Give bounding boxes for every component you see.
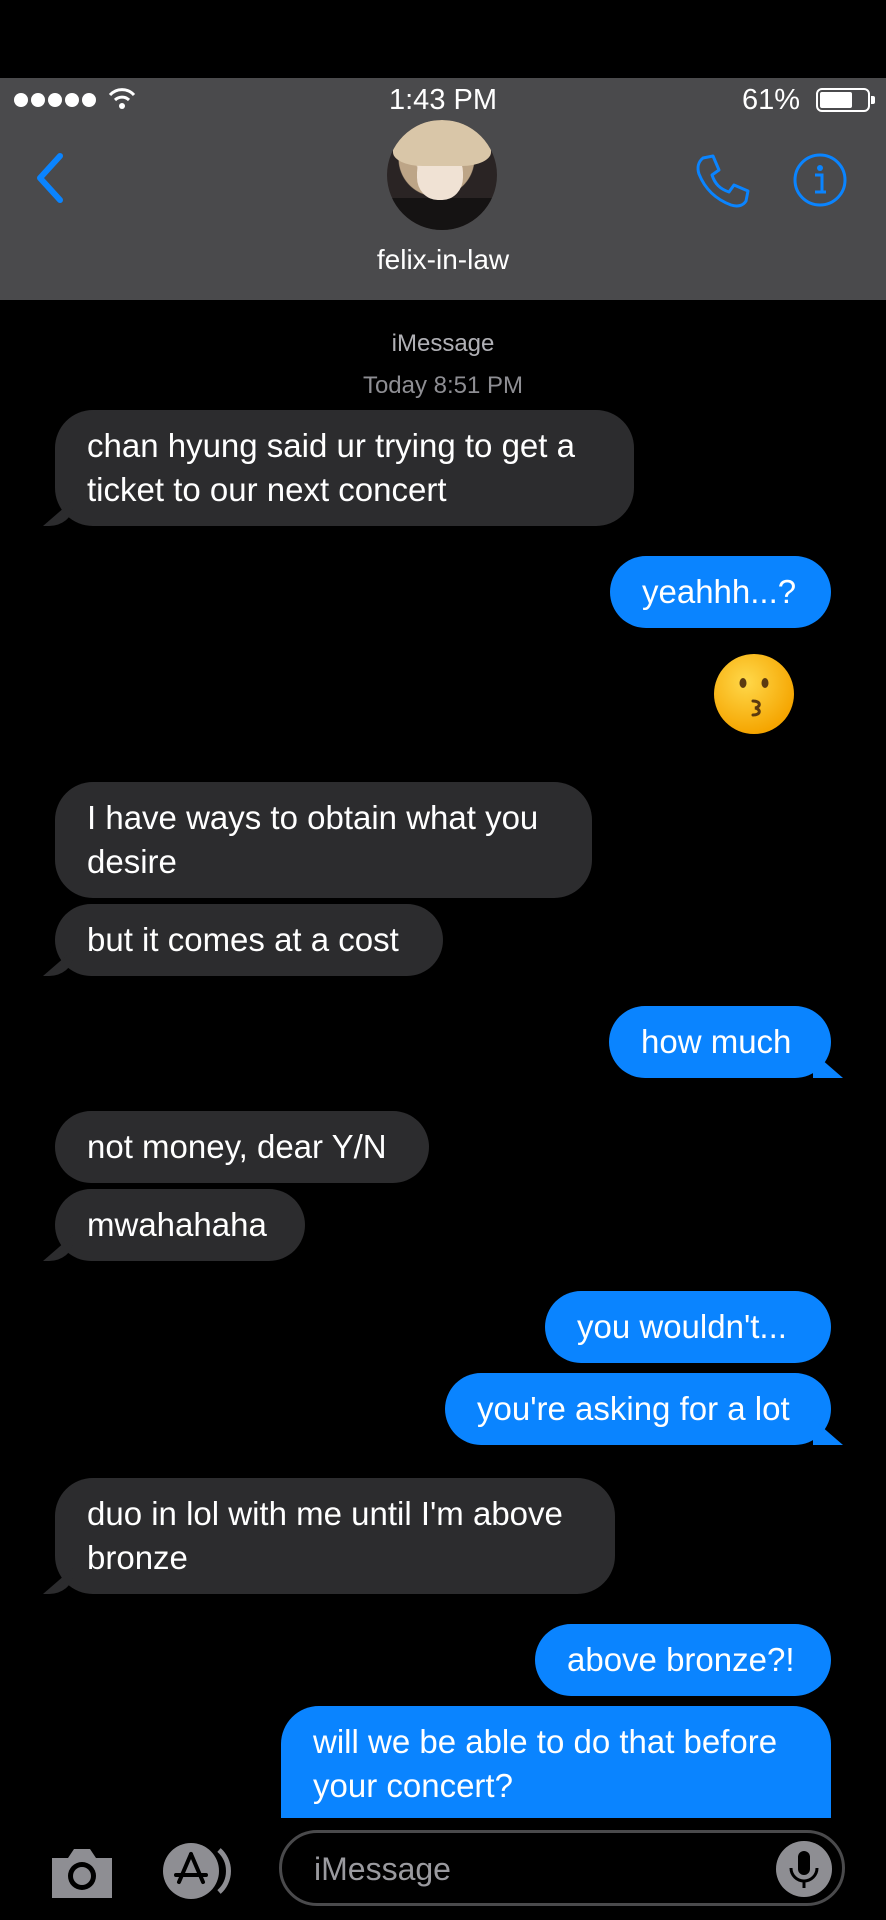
kissing-face-emoji-icon[interactable] — [713, 653, 795, 735]
incoming-message[interactable]: duo in lol with me until I'm above bronz… — [55, 1478, 615, 1594]
message-line: you wouldn't... — [577, 1308, 787, 1345]
message-line: how much — [641, 1023, 792, 1060]
back-chevron-icon[interactable] — [30, 150, 70, 206]
message-input-field[interactable] — [279, 1830, 845, 1906]
conversation-header: 1:43 PM 61% felix-in-law — [0, 78, 886, 300]
info-icon[interactable] — [792, 152, 848, 208]
message-line: above bronze?! — [567, 1641, 795, 1678]
incoming-message[interactable]: chan hyung said ur trying to get a ticke… — [55, 410, 634, 526]
mic-icon — [789, 1851, 819, 1888]
message-line: but it comes at a cost — [87, 921, 399, 958]
contact-name[interactable]: felix-in-law — [0, 244, 886, 276]
outgoing-message[interactable]: above bronze?! — [535, 1624, 831, 1696]
message-line: duo in lol with me until I'm above — [87, 1495, 563, 1532]
incoming-message[interactable]: not money, dear Y/N — [55, 1111, 429, 1183]
incoming-message[interactable]: but it comes at a cost — [55, 904, 443, 976]
message-line: mwahahaha — [87, 1206, 267, 1243]
message-line: desire — [87, 843, 177, 880]
outgoing-message[interactable]: you're asking for a lot — [445, 1373, 831, 1445]
message-line: chan hyung said ur trying to get a — [87, 427, 575, 464]
thread-timestamp: Today 8:51 PM — [362, 372, 524, 399]
outgoing-message[interactable]: how much — [609, 1006, 831, 1078]
contact-avatar[interactable] — [387, 120, 497, 230]
app-store-icon[interactable] — [162, 1842, 244, 1900]
battery-icon — [816, 88, 875, 112]
compose-bar — [0, 1820, 886, 1920]
messages-screen: 1:43 PM 61% felix-in-law iMessage Today … — [0, 0, 886, 1920]
message-line: will we be able to do that before — [313, 1723, 778, 1760]
message-line: ticket to our next concert — [87, 471, 447, 508]
service-label: iMessage — [391, 330, 495, 357]
message-line: bronze — [87, 1539, 188, 1576]
message-line: you're asking for a lot — [477, 1390, 790, 1427]
message-line: your concert? — [313, 1767, 513, 1804]
message-input[interactable] — [312, 1843, 756, 1895]
outgoing-message[interactable]: you wouldn't... — [545, 1291, 831, 1363]
message-line: yeahhh...? — [642, 573, 797, 610]
message-line: I have ways to obtain what you — [87, 799, 539, 836]
outgoing-message[interactable]: will we be able to do that before your c… — [281, 1706, 831, 1818]
camera-icon[interactable] — [48, 1844, 116, 1900]
mic-button[interactable] — [776, 1841, 832, 1897]
incoming-message[interactable]: I have ways to obtain what you desire — [55, 782, 592, 898]
message-line: not money, dear Y/N — [87, 1128, 387, 1165]
battery-percentage: 61% — [741, 84, 800, 116]
phone-icon[interactable] — [693, 152, 751, 210]
status-bar: 1:43 PM 61% — [0, 78, 886, 122]
incoming-message[interactable]: mwahahaha — [55, 1189, 305, 1261]
outgoing-message[interactable]: yeahhh...? — [610, 556, 831, 628]
